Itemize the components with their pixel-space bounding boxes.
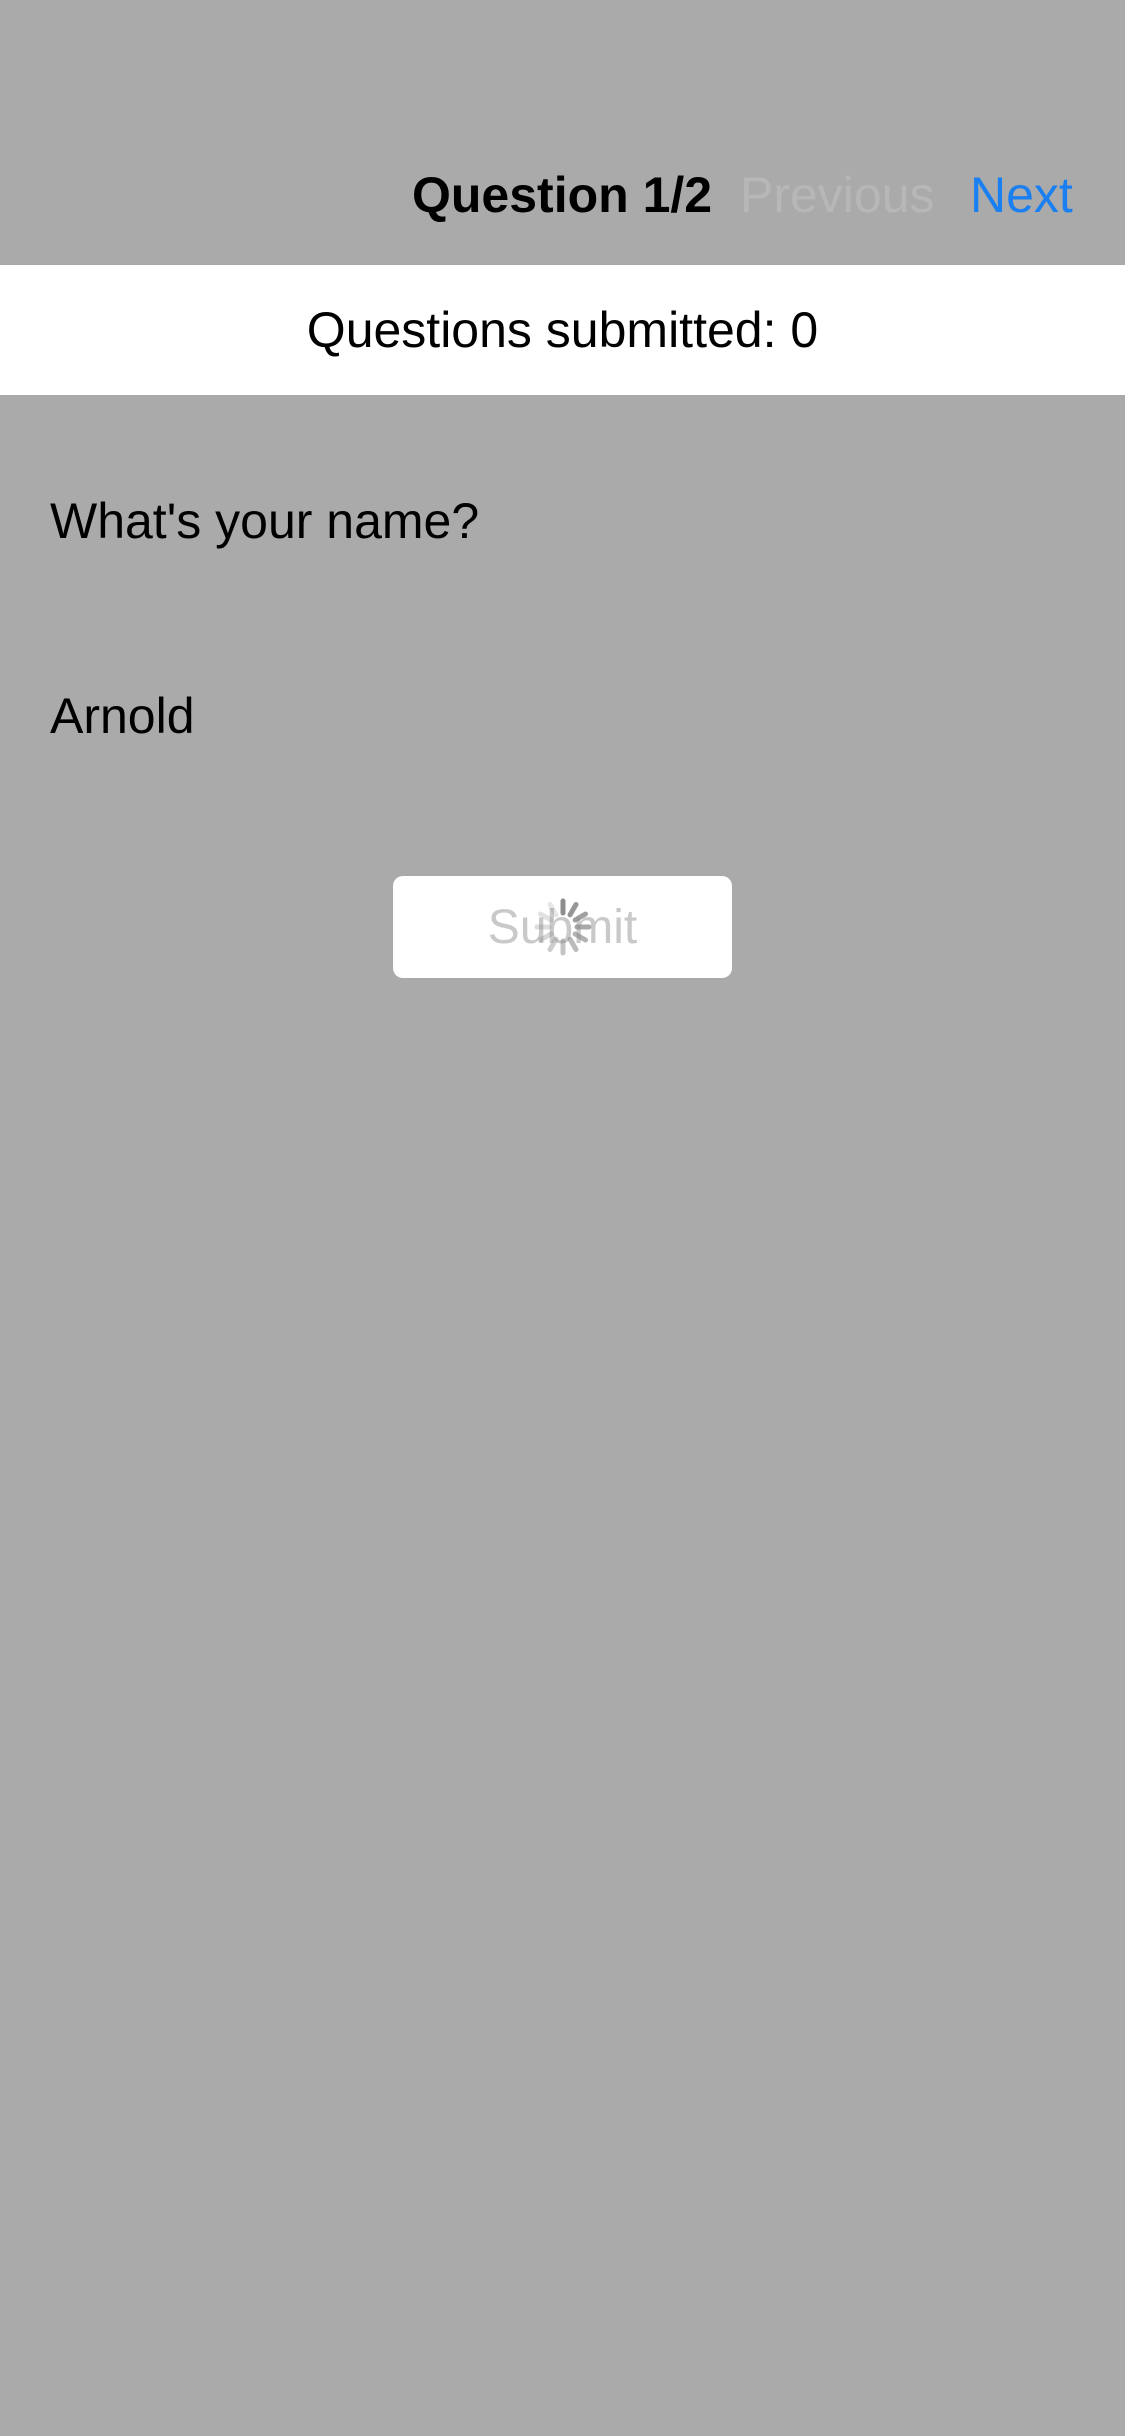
submitted-count-text: Questions submitted: 0 xyxy=(306,302,819,358)
answer-input[interactable] xyxy=(50,684,1075,748)
previous-button[interactable]: Previous xyxy=(740,166,935,224)
activity-spinner-icon xyxy=(534,898,592,956)
submitted-status-banner: Questions submitted: 0 xyxy=(0,265,1125,395)
question-label: What's your name? xyxy=(50,493,480,549)
navigation-bar: Question 1/2 Previous Next xyxy=(0,0,1125,265)
question-counter-title: Question 1/2 xyxy=(412,167,713,223)
next-button[interactable]: Next xyxy=(970,166,1073,224)
